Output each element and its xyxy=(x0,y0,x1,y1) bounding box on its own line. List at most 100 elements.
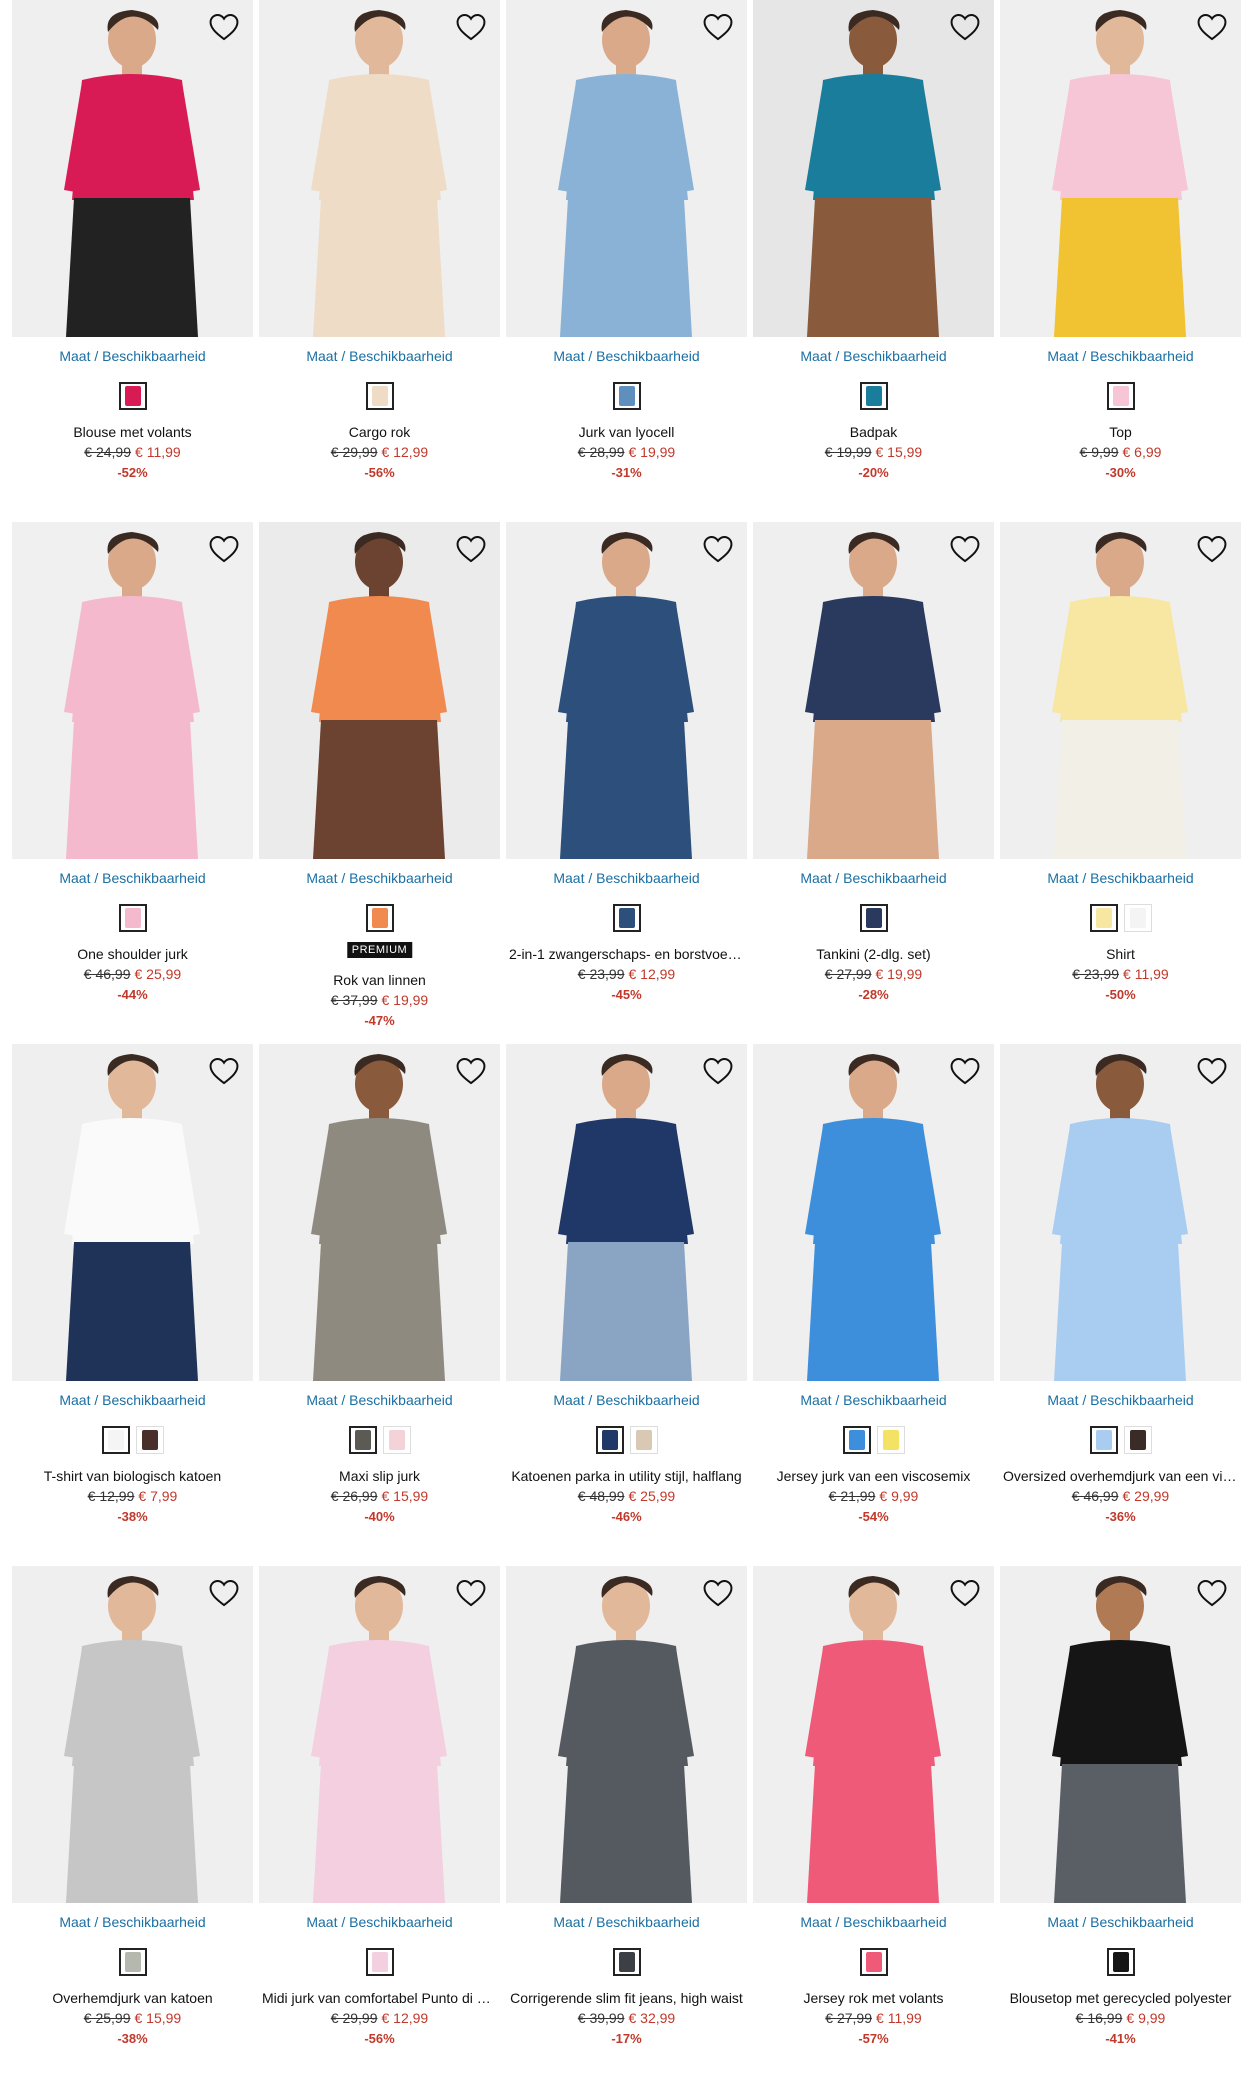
product-name[interactable]: Overhemdjurk van katoen xyxy=(12,1990,253,2006)
product-name[interactable]: Blouse met volants xyxy=(12,424,253,440)
color-swatch[interactable] xyxy=(612,382,641,410)
color-swatch[interactable] xyxy=(135,1426,164,1454)
product-image-container[interactable] xyxy=(753,522,994,859)
product-image[interactable] xyxy=(1000,522,1241,859)
product-card[interactable]: Maat / Beschikbaarheid Blouse met volants… xyxy=(12,0,253,520)
size-availability-link[interactable]: Maat / Beschikbaarheid xyxy=(753,1914,994,1930)
product-name[interactable]: One shoulder jurk xyxy=(12,946,253,962)
product-card[interactable]: Maat / Beschikbaarheid 2-in-1 zwangerscha… xyxy=(506,522,747,1042)
product-name[interactable]: Jurk van lyocell xyxy=(506,424,747,440)
wishlist-heart-icon[interactable] xyxy=(207,532,241,566)
product-card[interactable]: Maat / Beschikbaarheid Katoenen parka in … xyxy=(506,1044,747,1564)
product-card[interactable]: Maat / Beschikbaarheid Jersey jurk van ee… xyxy=(753,1044,994,1564)
size-availability-link[interactable]: Maat / Beschikbaarheid xyxy=(12,348,253,364)
wishlist-heart-icon[interactable] xyxy=(701,532,735,566)
color-swatch[interactable] xyxy=(612,904,641,932)
color-swatch[interactable] xyxy=(859,1948,888,1976)
product-image-container[interactable] xyxy=(259,0,500,337)
color-swatch[interactable] xyxy=(1123,904,1152,932)
product-image[interactable] xyxy=(12,1566,253,1903)
product-name[interactable]: Badpak xyxy=(753,424,994,440)
product-image[interactable] xyxy=(259,1044,500,1381)
product-card[interactable]: Maat / Beschikbaarheid Jurk van lyocell € … xyxy=(506,0,747,520)
color-swatch[interactable] xyxy=(382,1426,411,1454)
product-card[interactable]: Maat / Beschikbaarheid Corrigerende slim … xyxy=(506,1566,747,2082)
wishlist-heart-icon[interactable] xyxy=(701,1576,735,1610)
wishlist-heart-icon[interactable] xyxy=(948,1576,982,1610)
product-image-container[interactable] xyxy=(12,1566,253,1903)
product-image[interactable] xyxy=(1000,1566,1241,1903)
product-image[interactable] xyxy=(753,0,994,337)
product-card[interactable]: Maat / Beschikbaarheid PREMIUM Rok van lin… xyxy=(259,522,500,1042)
product-image[interactable] xyxy=(1000,1044,1241,1381)
product-name[interactable]: Top xyxy=(1000,424,1241,440)
size-availability-link[interactable]: Maat / Beschikbaarheid xyxy=(12,1914,253,1930)
wishlist-heart-icon[interactable] xyxy=(207,1054,241,1088)
color-swatch[interactable] xyxy=(348,1426,377,1454)
product-image-container[interactable] xyxy=(753,1044,994,1381)
product-card[interactable]: Maat / Beschikbaarheid Cargo rok € 29,99 € … xyxy=(259,0,500,520)
color-swatch[interactable] xyxy=(629,1426,658,1454)
size-availability-link[interactable]: Maat / Beschikbaarheid xyxy=(753,870,994,886)
wishlist-heart-icon[interactable] xyxy=(207,1576,241,1610)
color-swatch[interactable] xyxy=(365,382,394,410)
size-availability-link[interactable]: Maat / Beschikbaarheid xyxy=(1000,1392,1241,1408)
product-name[interactable]: Oversized overhemdjurk van een viscosemi… xyxy=(1000,1468,1241,1484)
product-image[interactable] xyxy=(753,1044,994,1381)
product-image[interactable] xyxy=(506,1566,747,1903)
size-availability-link[interactable]: Maat / Beschikbaarheid xyxy=(753,348,994,364)
product-name[interactable]: Corrigerende slim fit jeans, high waist xyxy=(506,1990,747,2006)
product-image-container[interactable] xyxy=(259,522,500,859)
color-swatch[interactable] xyxy=(118,1948,147,1976)
color-swatch[interactable] xyxy=(365,1948,394,1976)
product-name[interactable]: Cargo rok xyxy=(259,424,500,440)
product-image[interactable] xyxy=(1000,0,1241,337)
product-card[interactable]: Maat / Beschikbaarheid Overhemdjurk van k… xyxy=(12,1566,253,2082)
product-name[interactable]: Blousetop met gerecycled polyester xyxy=(1000,1990,1241,2006)
product-card[interactable]: Maat / Beschikbaarheid Midi jurk van comf… xyxy=(259,1566,500,2082)
wishlist-heart-icon[interactable] xyxy=(701,1054,735,1088)
product-name[interactable]: Shirt xyxy=(1000,946,1241,962)
product-image[interactable] xyxy=(12,1044,253,1381)
size-availability-link[interactable]: Maat / Beschikbaarheid xyxy=(1000,1914,1241,1930)
product-name[interactable]: Tankini (2-dlg. set) xyxy=(753,946,994,962)
product-image-container[interactable] xyxy=(12,522,253,859)
wishlist-heart-icon[interactable] xyxy=(948,532,982,566)
color-swatch[interactable] xyxy=(365,904,394,932)
product-image-container[interactable] xyxy=(753,0,994,337)
wishlist-heart-icon[interactable] xyxy=(454,1576,488,1610)
size-availability-link[interactable]: Maat / Beschikbaarheid xyxy=(259,1392,500,1408)
product-image-container[interactable] xyxy=(506,1566,747,1903)
wishlist-heart-icon[interactable] xyxy=(454,10,488,44)
color-swatch[interactable] xyxy=(1089,904,1118,932)
color-swatch[interactable] xyxy=(842,1426,871,1454)
color-swatch[interactable] xyxy=(118,382,147,410)
size-availability-link[interactable]: Maat / Beschikbaarheid xyxy=(259,348,500,364)
product-name[interactable]: 2-in-1 zwangerschaps- en borstvoedingsju… xyxy=(506,946,747,962)
size-availability-link[interactable]: Maat / Beschikbaarheid xyxy=(12,1392,253,1408)
product-image[interactable] xyxy=(259,522,500,859)
product-name[interactable]: Rok van linnen xyxy=(259,972,500,988)
product-image-container[interactable] xyxy=(12,0,253,337)
product-name[interactable]: Maxi slip jurk xyxy=(259,1468,500,1484)
product-image-container[interactable] xyxy=(506,522,747,859)
color-swatch[interactable] xyxy=(876,1426,905,1454)
size-availability-link[interactable]: Maat / Beschikbaarheid xyxy=(1000,348,1241,364)
product-image-container[interactable] xyxy=(753,1566,994,1903)
size-availability-link[interactable]: Maat / Beschikbaarheid xyxy=(506,348,747,364)
size-availability-link[interactable]: Maat / Beschikbaarheid xyxy=(259,870,500,886)
size-availability-link[interactable]: Maat / Beschikbaarheid xyxy=(506,1914,747,1930)
product-image-container[interactable] xyxy=(1000,522,1241,859)
color-swatch[interactable] xyxy=(1123,1426,1152,1454)
color-swatch[interactable] xyxy=(859,382,888,410)
product-name[interactable]: Katoenen parka in utility stijl, halflan… xyxy=(506,1468,747,1484)
wishlist-heart-icon[interactable] xyxy=(948,10,982,44)
color-swatch[interactable] xyxy=(118,904,147,932)
color-swatch[interactable] xyxy=(612,1948,641,1976)
product-name[interactable]: Midi jurk van comfortabel Punto di Roma xyxy=(259,1990,500,2006)
wishlist-heart-icon[interactable] xyxy=(701,10,735,44)
size-availability-link[interactable]: Maat / Beschikbaarheid xyxy=(1000,870,1241,886)
product-image-container[interactable] xyxy=(1000,0,1241,337)
product-name[interactable]: Jersey rok met volants xyxy=(753,1990,994,2006)
size-availability-link[interactable]: Maat / Beschikbaarheid xyxy=(12,870,253,886)
